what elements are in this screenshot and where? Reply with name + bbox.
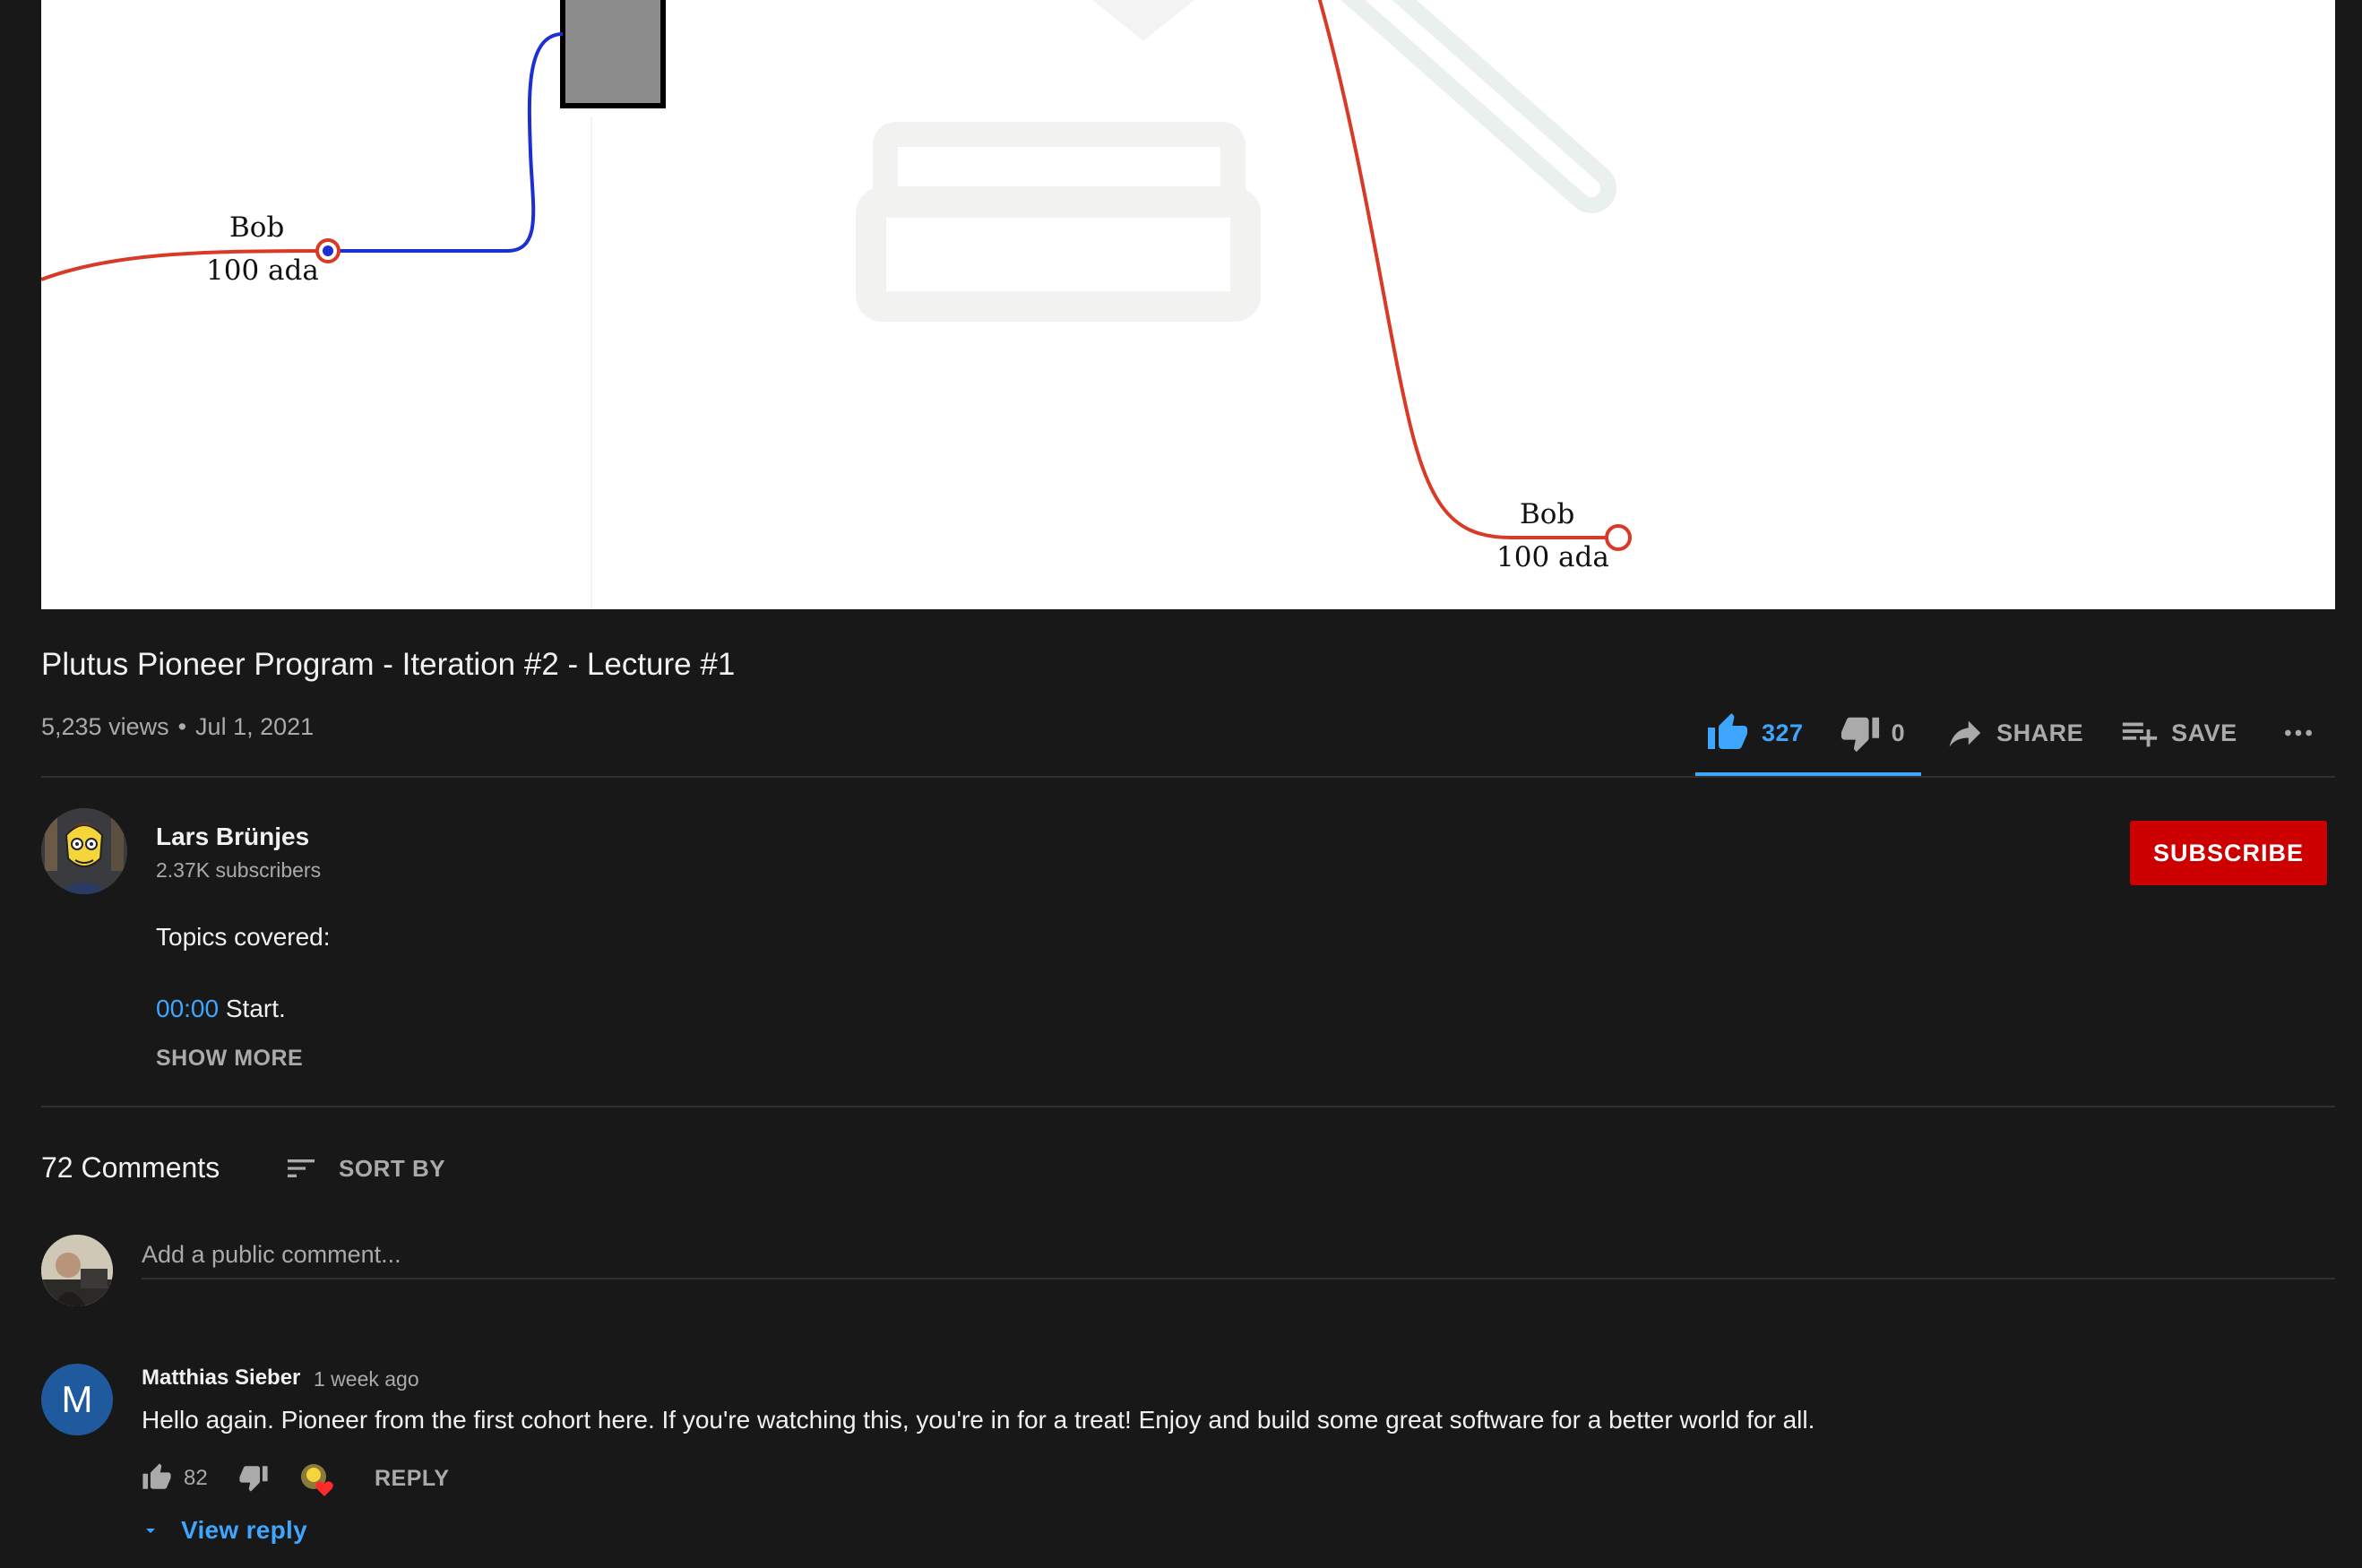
- script-box: [560, 0, 666, 108]
- like-button[interactable]: 327: [1706, 711, 1804, 754]
- comment-avatar[interactable]: M: [41, 1364, 113, 1435]
- node-left-amount: 100 ada: [206, 254, 319, 287]
- node-right: [1605, 524, 1632, 551]
- channel-avatar[interactable]: [41, 808, 127, 894]
- view-reply-label: View reply: [181, 1516, 308, 1544]
- node-left-dot: [323, 246, 333, 256]
- sort-by-button[interactable]: SORT BY: [283, 1150, 445, 1186]
- show-more-button[interactable]: SHOW MORE: [156, 1046, 303, 1072]
- share-button[interactable]: SHARE: [1944, 712, 2083, 754]
- save-button[interactable]: SAVE: [2119, 712, 2237, 754]
- blue-edge: [328, 32, 564, 253]
- meta-separator: •: [177, 713, 187, 740]
- channel-name[interactable]: Lars Brünjes: [156, 823, 309, 851]
- watermark-logo: [856, 0, 1616, 322]
- more-actions-button[interactable]: [2280, 715, 2316, 751]
- comment-like-button[interactable]: [142, 1462, 172, 1493]
- action-bar: 327 0 SHARE SAVE: [1694, 706, 2316, 760]
- playlist-add-icon: [2122, 722, 2158, 747]
- save-label: SAVE: [2171, 719, 2237, 746]
- comment-time[interactable]: 1 week ago: [314, 1367, 419, 1391]
- channel-avatar-image: [41, 808, 127, 894]
- upload-date: Jul 1, 2021: [195, 713, 315, 740]
- thumb-up-icon: [142, 1463, 171, 1489]
- divider-description: [41, 1106, 2335, 1107]
- share-label: SHARE: [1996, 719, 2084, 746]
- video-player[interactable]: Bob 100 ada Bob 100 ada: [41, 0, 2335, 609]
- comment-author[interactable]: Matthias Sieber: [142, 1366, 300, 1391]
- description-heading: Topics covered:: [156, 923, 331, 951]
- comment-text: Hello again. Pioneer from the first coho…: [142, 1406, 1815, 1434]
- timestamp-link[interactable]: 00:00: [156, 995, 219, 1022]
- share-arrow-icon: [1949, 720, 1981, 747]
- timestamp-text: Start.: [219, 995, 286, 1022]
- comment-reply-button[interactable]: REPLY: [375, 1466, 450, 1492]
- node-right-name: Bob: [1520, 498, 1575, 530]
- like-count: 327: [1762, 719, 1804, 746]
- sort-icon: [288, 1159, 315, 1177]
- description-line: 00:00 Start.: [156, 995, 286, 1023]
- node-left-name: Bob: [229, 211, 285, 244]
- comments-count: 72 Comments: [41, 1151, 220, 1184]
- comment-like-count: 82: [184, 1466, 208, 1490]
- thumb-down-icon: [1840, 717, 1879, 753]
- divider-top: [41, 776, 2335, 778]
- video-meta: 5,235 views • Jul 1, 2021: [41, 713, 314, 741]
- dislike-count: 0: [1891, 719, 1906, 746]
- view-count: 5,235 views: [41, 713, 169, 740]
- dislike-button[interactable]: 0: [1840, 712, 1906, 754]
- video-frame-diagram: [41, 0, 1632, 609]
- view-reply-button[interactable]: View reply: [140, 1516, 307, 1545]
- comment-input[interactable]: [142, 1236, 2335, 1279]
- comment-dislike-button[interactable]: [238, 1462, 269, 1497]
- caret-down-icon: [146, 1529, 155, 1533]
- thumb-down-icon: [239, 1466, 268, 1492]
- node-right-amount: 100 ada: [1496, 541, 1609, 573]
- watch-page: { "video": { "label_left_name": "Bob", "…: [0, 0, 2362, 1568]
- more-horiz-icon: [2284, 729, 2312, 737]
- subscribe-button[interactable]: SUBSCRIBE: [2130, 821, 2327, 885]
- subscriber-count: 2.37K subscribers: [156, 858, 322, 882]
- creator-heart-icon: [297, 1460, 341, 1503]
- user-avatar-image: [41, 1235, 113, 1306]
- user-avatar: [41, 1235, 113, 1306]
- sort-by-label: SORT BY: [339, 1154, 446, 1182]
- thumb-up-icon: [1708, 713, 1747, 749]
- video-title: Plutus Pioneer Program - Iteration #2 - …: [41, 647, 736, 682]
